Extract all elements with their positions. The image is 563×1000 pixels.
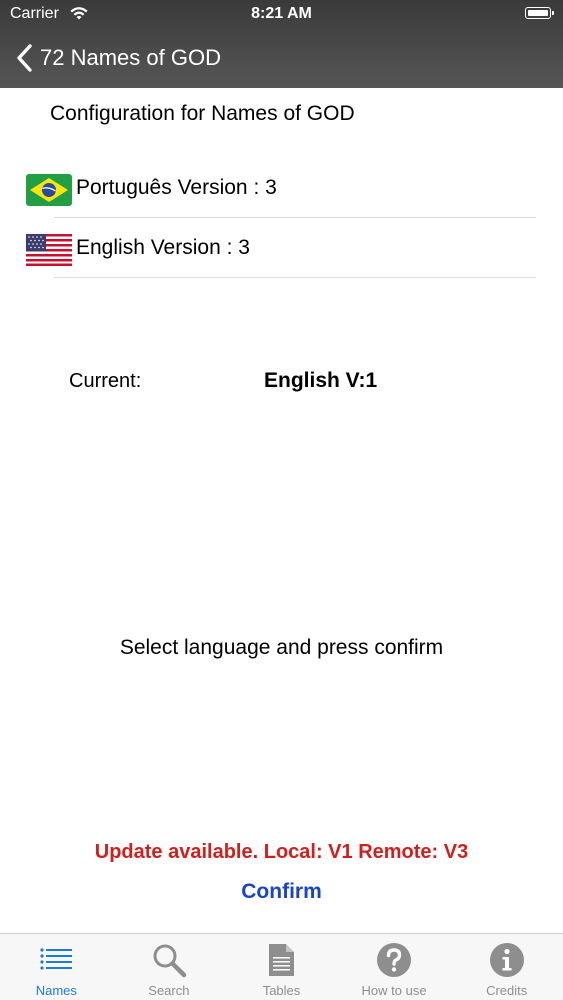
info-icon [489,943,524,977]
tab-label: Names [35,983,77,998]
tab-label: How to use [361,983,427,998]
tab-how-to-use[interactable]: How to use [338,934,451,1000]
tab-tables[interactable]: Tables [225,934,338,1000]
document-icon [269,944,295,976]
config-title: Configuration for Names of GOD [50,102,355,125]
language-label: English Version : 3 [76,236,250,259]
confirm-button[interactable]: Confirm [0,880,563,904]
back-button[interactable]: 72 Names of GOD [14,40,221,76]
current-label: Current: [69,370,142,392]
back-button-label: 72 Names of GOD [40,45,221,70]
chevron-left-icon [17,44,32,72]
status-bar: Carrier 8:21 AM [0,0,563,30]
navigation-bar: Carrier 8:21 AM 72 Names of GOD [0,0,563,88]
tab-label: Credits [486,983,528,998]
row-separator [54,217,536,218]
instruction-text: Select language and press confirm [119,636,444,659]
tab-label: Search [148,983,190,998]
list-icon [40,948,73,970]
tab-search[interactable]: Search [113,934,226,1000]
magnifier-icon [153,944,187,978]
update-message: Update available. Local: V1 Remote: V3 [94,841,469,863]
language-label: Português Version : 3 [76,176,277,199]
language-row-english[interactable]: English Version : 3 [0,220,563,278]
language-row-portuguese[interactable]: Português Version : 3 [0,160,563,218]
battery-icon [525,7,554,19]
tab-bar: Names Search Tables How to use Credits [0,933,563,1000]
tab-names[interactable]: Names [0,934,113,1000]
current-value: English V:1 [264,369,378,392]
clock: 8:21 AM [251,5,312,22]
row-separator [54,277,536,278]
question-icon [377,943,412,977]
brazil-flag-icon [26,174,72,206]
tab-label: Tables [262,983,301,998]
tab-credits[interactable]: Credits [450,934,563,1000]
usa-flag-icon [26,234,72,266]
